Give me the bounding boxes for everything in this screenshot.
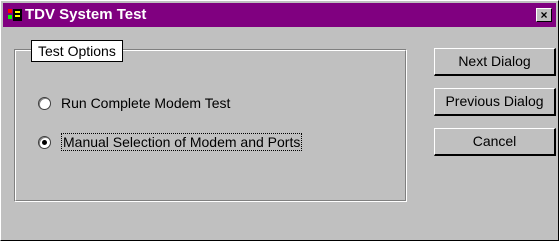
next-dialog-button[interactable]: Next Dialog bbox=[434, 48, 556, 76]
tdv-app-icon bbox=[7, 7, 23, 23]
test-options-group bbox=[14, 49, 407, 202]
option-label: Manual Selection of Modem and Ports bbox=[61, 133, 303, 151]
option-run-complete[interactable]: Run Complete Modem Test bbox=[38, 95, 230, 111]
group-label: Test Options bbox=[31, 40, 123, 62]
cancel-button[interactable]: Cancel bbox=[434, 128, 556, 156]
window-title: TDV System Test bbox=[25, 6, 147, 23]
option-label: Run Complete Modem Test bbox=[61, 95, 231, 111]
option-manual-selection[interactable]: Manual Selection of Modem and Ports bbox=[38, 133, 303, 151]
close-icon[interactable]: × bbox=[536, 8, 552, 22]
radio-run-complete[interactable] bbox=[38, 96, 51, 110]
dialog-window: TDV System Test × Test Options Run Compl… bbox=[0, 0, 559, 241]
title-bar[interactable]: TDV System Test × bbox=[3, 3, 556, 27]
previous-dialog-button[interactable]: Previous Dialog bbox=[434, 88, 556, 116]
radio-manual-selection[interactable] bbox=[38, 135, 51, 149]
